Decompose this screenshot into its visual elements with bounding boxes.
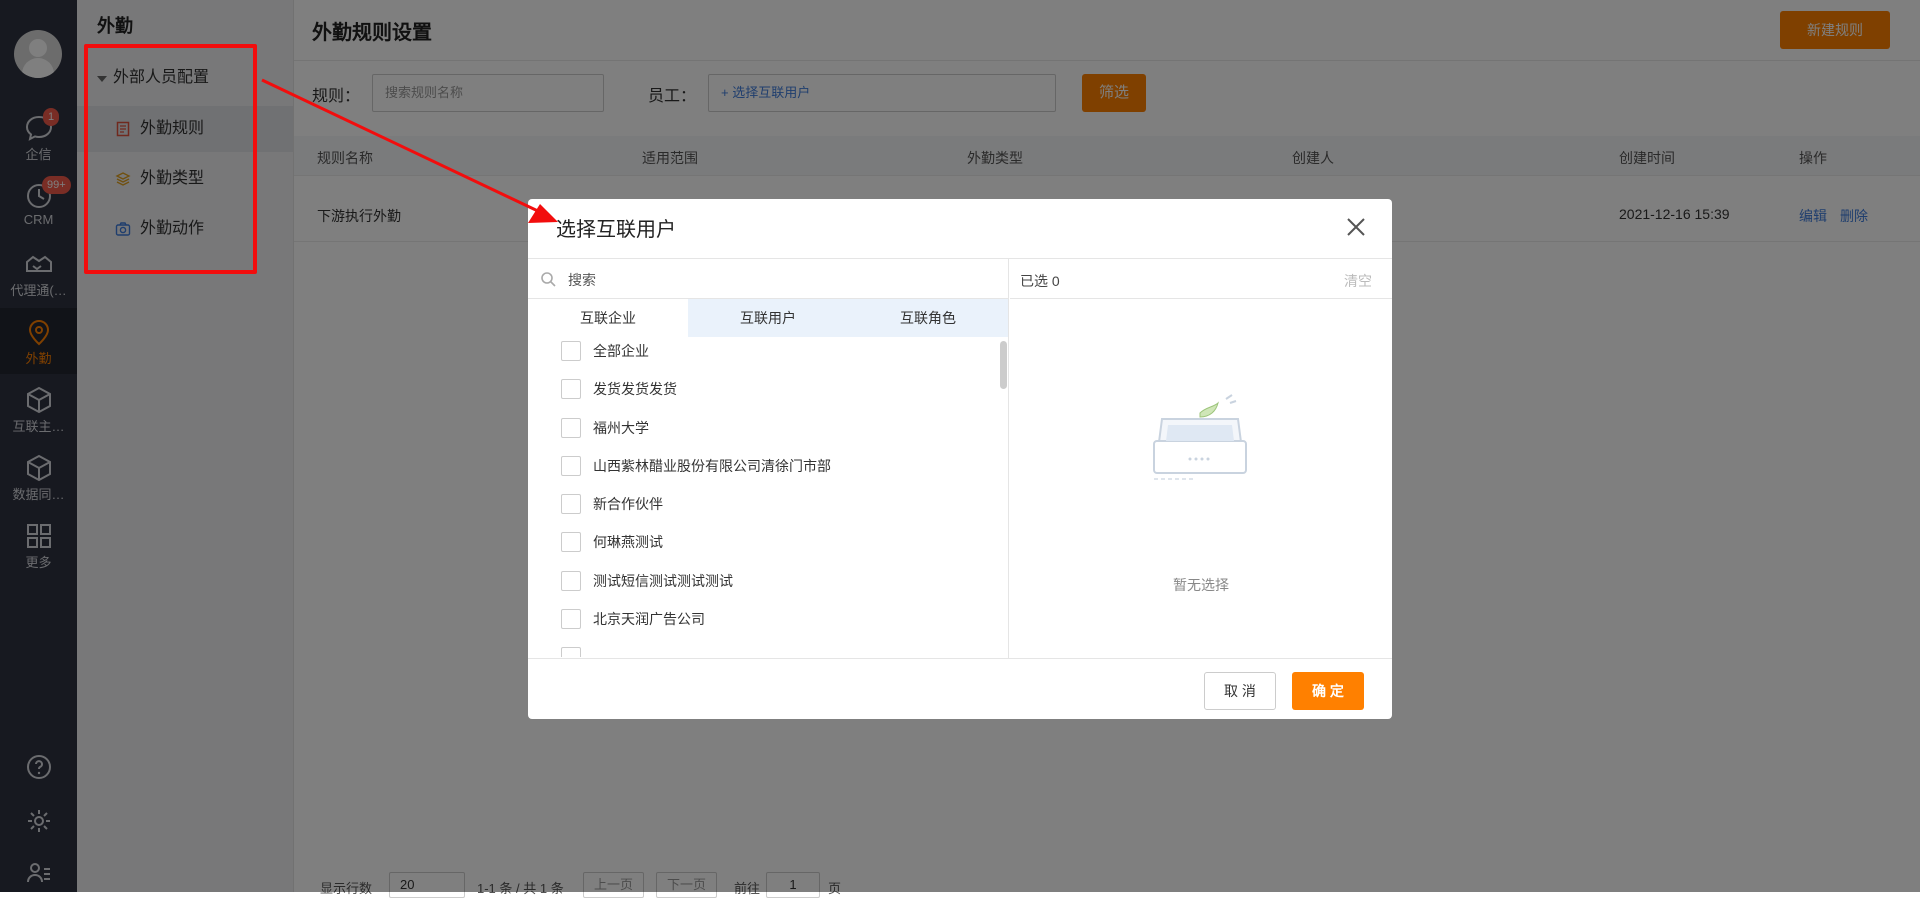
checkbox[interactable]: [561, 418, 581, 438]
checkbox[interactable]: [561, 379, 581, 399]
dialog-tabs: 互联企业 互联用户 互联角色: [528, 299, 1008, 337]
checkbox[interactable]: [561, 609, 581, 629]
list-item-label: 何琳燕测试: [593, 534, 663, 550]
empty-state-text: 暂无选择: [1173, 577, 1229, 593]
confirm-button[interactable]: 确 定: [1292, 672, 1364, 710]
checkbox[interactable]: [561, 571, 581, 591]
dialog-search-input[interactable]: 搜索: [568, 270, 596, 290]
list-scrollbar[interactable]: [1000, 341, 1007, 389]
selected-pane: 已选 0 清空 暂无选择: [1010, 259, 1392, 659]
empty-inbox-icon: [1153, 394, 1247, 480]
checkbox[interactable]: [561, 532, 581, 552]
selected-count: 已选 0: [1020, 273, 1060, 289]
dialog-search[interactable]: 搜索: [528, 259, 1008, 299]
clear-button[interactable]: 清空: [1344, 271, 1372, 291]
tab-interconnect-role[interactable]: 互联角色: [848, 299, 1008, 337]
list-item-label: 新合作伙伴: [593, 496, 663, 512]
annotation-highlight-box: [84, 44, 257, 274]
candidate-pane: 搜索 互联企业 互联用户 互联角色 全部企业 发货发货发货 福州大学 山西紫林醋…: [528, 259, 1009, 659]
list-item-label: 山西紫林醋业股份有限公司清徐门市部: [593, 458, 831, 474]
checkbox[interactable]: [561, 341, 581, 361]
tab-interconnect-enterprise[interactable]: 互联企业: [528, 299, 688, 337]
search-icon: [541, 272, 556, 287]
tab-interconnect-user[interactable]: 互联用户: [688, 299, 848, 337]
dialog-title: 选择互联用户: [556, 219, 676, 241]
selected-header: 已选 0 清空: [1010, 259, 1392, 299]
cancel-button[interactable]: 取 消: [1204, 672, 1276, 710]
select-user-dialog: 选择互联用户 搜索 互联企业 互联用户 互联角色 全部企业 发货发货发货 福州大…: [528, 199, 1392, 719]
list-item-label: 发货发货发货: [593, 381, 677, 397]
checkbox[interactable]: [561, 647, 581, 657]
enterprise-list: 全部企业 发货发货发货 福州大学 山西紫林醋业股份有限公司清徐门市部 新合作伙伴…: [528, 341, 1008, 657]
list-item-label: 全部企业: [593, 343, 649, 359]
dialog-footer: 取 消 确 定: [528, 658, 1392, 719]
close-icon[interactable]: [1344, 215, 1368, 239]
checkbox[interactable]: [561, 456, 581, 476]
list-item-label: 福州大学: [593, 420, 649, 436]
list-item-label: 测试短信测试测试测试: [593, 573, 733, 589]
list-item-label: 北京天润广告公司: [593, 611, 705, 627]
checkbox[interactable]: [561, 494, 581, 514]
